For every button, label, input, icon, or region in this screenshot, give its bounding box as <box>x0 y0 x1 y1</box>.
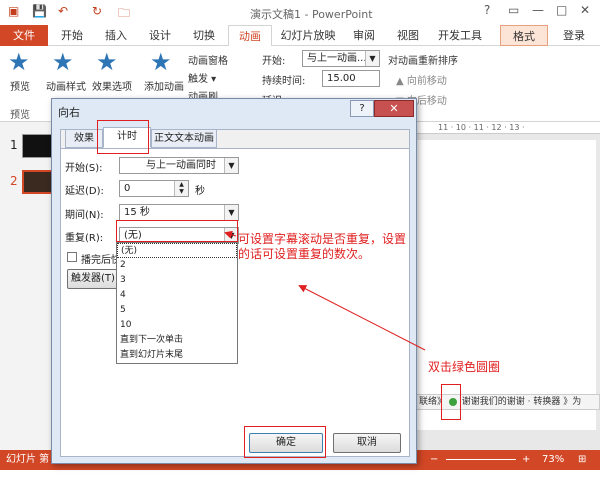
arrow-overlay <box>224 230 426 351</box>
annotation-arrow-1 <box>298 285 426 351</box>
annotation-arrow-2 <box>224 230 237 239</box>
